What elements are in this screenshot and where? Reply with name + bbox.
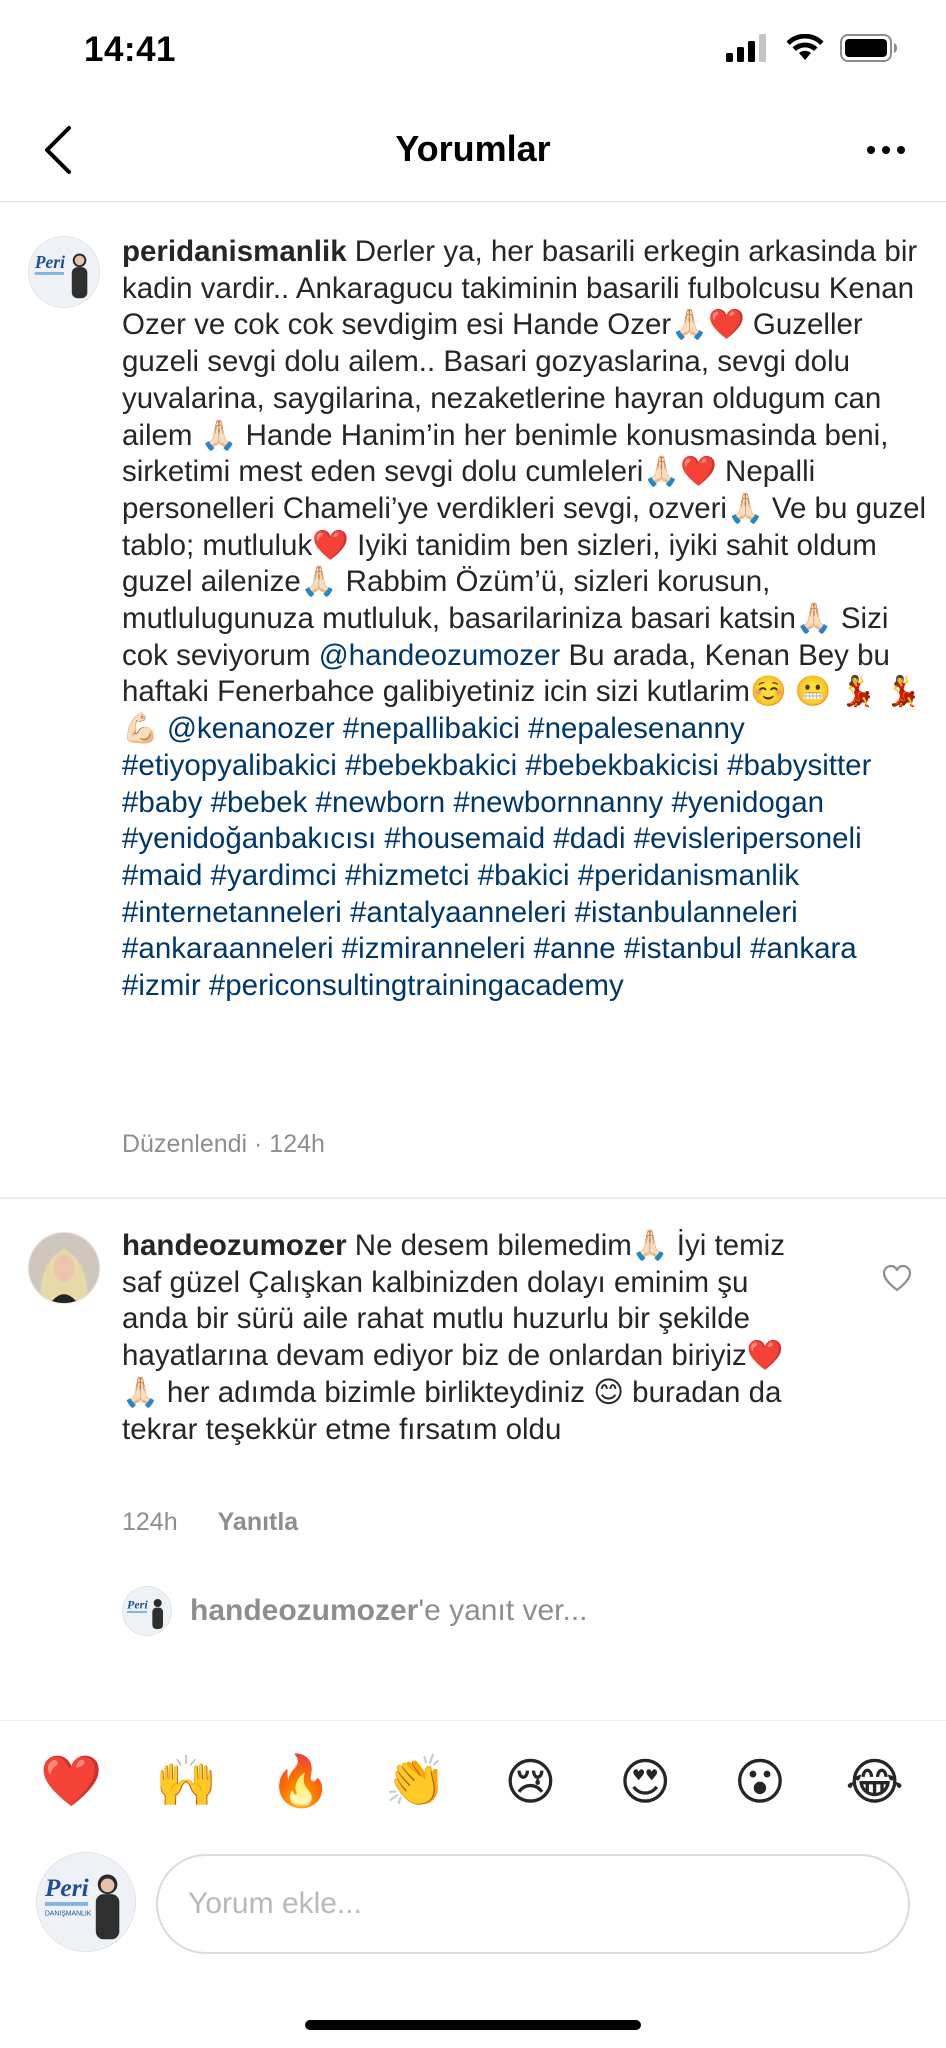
more-dots-icon bbox=[867, 146, 905, 154]
cellular-signal-icon bbox=[726, 34, 766, 62]
battery-icon bbox=[840, 34, 897, 62]
status-icons bbox=[726, 34, 898, 62]
reply-button[interactable]: Yanıtla bbox=[218, 1508, 299, 1537]
status-bar: 14:41 bbox=[0, 0, 946, 100]
comment-text: handeozumozer Ne desem bilemedim🙏🏻 İyi t… bbox=[122, 1228, 822, 1448]
status-time: 14:41 bbox=[84, 30, 177, 69]
heart-outline-icon bbox=[882, 1264, 912, 1292]
caption-text: peridanismanlik Derler ya, her basarili … bbox=[122, 234, 942, 1005]
user-avatar-image bbox=[29, 1233, 99, 1303]
emoji-raised-hands-button[interactable]: 🙌 bbox=[146, 1742, 226, 1822]
avatar[interactable]: Peri bbox=[28, 236, 100, 308]
svg-text:DANIŞMANLIK: DANIŞMANLIK bbox=[45, 1911, 92, 1918]
like-button[interactable] bbox=[882, 1264, 922, 1304]
reply-prompt-username: handeozumozer bbox=[190, 1594, 419, 1627]
emoji-crying-button[interactable]: 😢 bbox=[490, 1742, 570, 1822]
reply-prompt-suffix: 'e yanıt ver... bbox=[418, 1594, 588, 1627]
peri-logo-avatar-image: Peri bbox=[29, 237, 99, 307]
emoji-heart-button[interactable]: ❤️ bbox=[31, 1742, 111, 1822]
emoji-laughing-button[interactable]: 😂 bbox=[835, 1742, 915, 1822]
comment-time: 124h bbox=[122, 1508, 178, 1536]
svg-text:Peri: Peri bbox=[34, 252, 65, 272]
caption-text-part: Derler ya, her basarili erkegin arkasind… bbox=[122, 235, 927, 672]
caption-username[interactable]: peridanismanlik bbox=[122, 235, 347, 268]
divider bbox=[0, 1197, 946, 1199]
comment-meta: 124h Yanıtla bbox=[122, 1508, 298, 1537]
emoji-clapping-button[interactable]: 👏 bbox=[376, 1742, 456, 1822]
more-options-button[interactable] bbox=[856, 122, 916, 178]
emoji-surprised-button[interactable]: 😮 bbox=[720, 1742, 800, 1822]
peri-logo-avatar-image: Peri bbox=[123, 1587, 171, 1635]
comment-composer: Peri DANIŞMANLIK bbox=[0, 1848, 946, 1968]
comment-username[interactable]: handeozumozer bbox=[122, 1229, 347, 1262]
reply-prompt[interactable]: Peri handeozumozer'e yanıt ver... bbox=[122, 1586, 588, 1636]
page-title: Yorumlar bbox=[395, 128, 551, 169]
comment-input[interactable] bbox=[156, 1854, 910, 1954]
emoji-fire-button[interactable]: 🔥 bbox=[261, 1742, 341, 1822]
svg-text:Peri: Peri bbox=[44, 1873, 89, 1902]
emoji-quick-bar: ❤️ 🙌 🔥 👏 😢 😍 😮 😂 bbox=[0, 1720, 946, 1842]
peri-logo-avatar-image: Peri DANIŞMANLIK bbox=[37, 1853, 135, 1951]
emoji-heart-eyes-button[interactable]: 😍 bbox=[605, 1742, 685, 1822]
wifi-icon bbox=[786, 34, 824, 60]
mention-link[interactable]: @kenanozer bbox=[167, 712, 335, 745]
reply-prompt-text: handeozumozer'e yanıt ver... bbox=[190, 1594, 588, 1628]
avatar[interactable]: Peri DANIŞMANLIK bbox=[36, 1852, 136, 1952]
avatar[interactable] bbox=[28, 1232, 100, 1304]
svg-text:Peri: Peri bbox=[127, 1597, 148, 1611]
caption-meta: Düzenlendi · 124h bbox=[122, 1130, 325, 1158]
home-indicator bbox=[305, 2020, 641, 2030]
nav-bar: Yorumlar bbox=[0, 100, 946, 202]
hashtags[interactable]: #nepallibakici #nepalesenanny #etiyopyal… bbox=[122, 712, 871, 1002]
mention-link[interactable]: @handeozumozer bbox=[319, 639, 561, 672]
avatar: Peri bbox=[122, 1586, 172, 1636]
